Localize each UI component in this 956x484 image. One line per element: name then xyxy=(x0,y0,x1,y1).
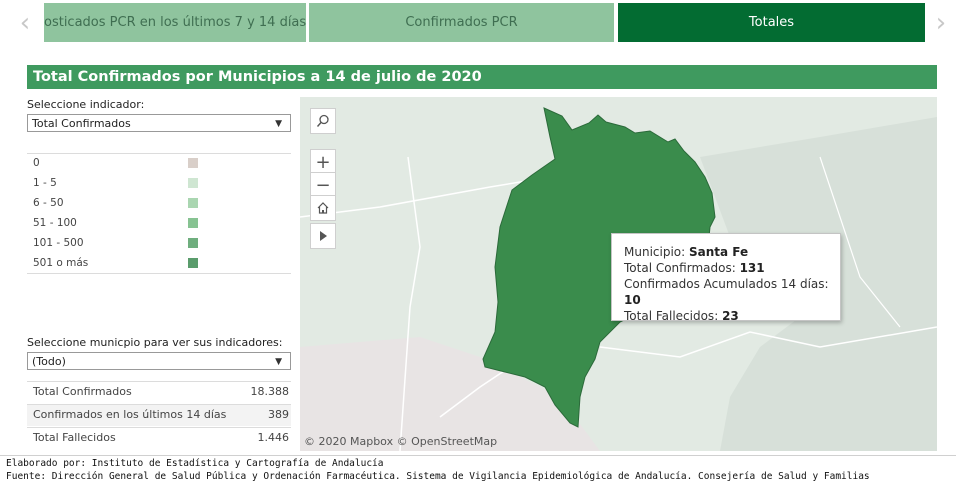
tab-totales[interactable]: Totales xyxy=(618,3,925,42)
tooltip-total: Total Confirmados: 131 xyxy=(624,260,840,276)
legend-swatch xyxy=(188,258,198,268)
map-attribution[interactable]: © 2020 Mapbox © OpenStreetMap xyxy=(304,435,497,448)
tooltip-value: Santa Fe xyxy=(689,245,749,259)
legend-swatch xyxy=(188,238,198,248)
play-icon xyxy=(320,231,327,241)
tooltip-label: Total Fallecidos: xyxy=(624,309,719,323)
tooltip-fallecidos: Total Fallecidos: 23 xyxy=(624,308,840,324)
next-arrow[interactable]: › xyxy=(926,6,956,40)
indicator-name: Total Confirmados xyxy=(33,385,132,398)
page-title: Total Confirmados por Municipios a 14 de… xyxy=(27,65,937,89)
legend-item: 501 o más xyxy=(33,257,89,269)
prev-arrow[interactable]: ‹ xyxy=(10,6,40,40)
indicator-select[interactable]: Total Confirmados ▼ xyxy=(27,114,291,132)
tab-pcr-7-14[interactable]: osticados PCR en los últimos 7 y 14 días xyxy=(44,3,306,42)
footer-divider xyxy=(0,455,956,456)
tooltip-label: Municipio: xyxy=(624,245,686,259)
caret-down-icon: ▼ xyxy=(275,357,282,367)
caret-down-icon: ▼ xyxy=(275,119,282,129)
indicator-row: Confirmados en los últimos 14 días 389 xyxy=(27,404,291,426)
tab-label: Confirmados PCR xyxy=(405,15,518,30)
legend-swatch xyxy=(188,218,198,228)
footer-credits: Elaborado por: Instituto de Estadística … xyxy=(6,458,384,469)
search-button[interactable] xyxy=(310,108,336,134)
tooltip-value: 131 xyxy=(739,261,765,275)
municipio-value: (Todo) xyxy=(32,355,66,368)
row-divider xyxy=(27,381,291,382)
minus-icon: − xyxy=(315,174,331,196)
indicator-value: 389 xyxy=(268,408,289,421)
map-tooltip: Municipio: Santa Fe Total Confirmados: 1… xyxy=(611,233,841,324)
tooltip-acumulados: Confirmados Acumulados 14 días: 10 xyxy=(624,276,840,308)
tooltip-municipio: Municipio: Santa Fe xyxy=(624,244,840,260)
play-button[interactable] xyxy=(310,223,336,249)
footer-source: Fuente: Dirección General de Salud Públi… xyxy=(6,471,870,482)
tab-confirmados-pcr[interactable]: Confirmados PCR xyxy=(309,3,614,42)
legend-item: 51 - 100 xyxy=(33,217,77,229)
indicator-value: 1.446 xyxy=(257,431,290,444)
indicator-name: Confirmados en los últimos 14 días xyxy=(33,408,227,421)
tooltip-label: Confirmados Acumulados 14 días: xyxy=(624,277,829,291)
tab-label: osticados PCR en los últimos 7 y 14 días xyxy=(44,15,306,30)
indicator-row: Total Fallecidos 1.446 xyxy=(27,427,291,449)
divider xyxy=(27,273,291,274)
legend-item: 6 - 50 xyxy=(33,197,64,209)
tooltip-value: 10 xyxy=(624,293,641,307)
row-divider xyxy=(27,427,291,428)
legend-item: 0 xyxy=(33,157,40,169)
legend-swatch xyxy=(188,178,198,188)
indicator-name: Total Fallecidos xyxy=(33,431,116,444)
indicator-value: 18.388 xyxy=(250,385,290,398)
municipio-select[interactable]: (Todo) ▼ xyxy=(27,352,291,370)
tooltip-label: Total Confirmados: xyxy=(624,261,736,275)
tab-label: Totales xyxy=(748,15,795,30)
indicator-value: Total Confirmados xyxy=(32,117,131,130)
legend-swatch xyxy=(188,198,198,208)
search-icon xyxy=(316,114,329,127)
legend-item: 1 - 5 xyxy=(33,177,57,189)
municipio-label: Seleccione municpio para ver sus indicad… xyxy=(27,336,283,349)
tooltip-value: 23 xyxy=(722,309,739,323)
indicator-label: Seleccione indicador: xyxy=(27,98,145,111)
indicator-row: Total Confirmados 18.388 xyxy=(27,381,291,403)
legend-item: 101 - 500 xyxy=(33,237,84,249)
plus-icon: + xyxy=(315,151,331,173)
home-button[interactable] xyxy=(310,195,336,221)
legend-swatch xyxy=(188,158,198,168)
row-divider xyxy=(27,404,291,405)
home-icon xyxy=(317,202,329,214)
divider xyxy=(27,153,291,154)
